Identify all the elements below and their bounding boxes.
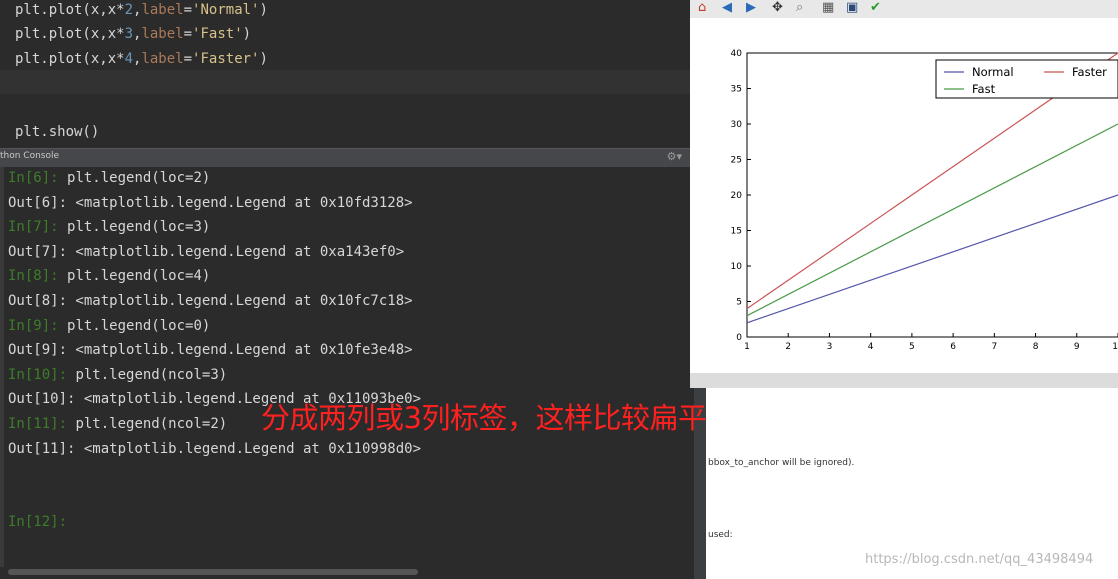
watermark-text: https://blog.csdn.net/qq_43498494 — [865, 552, 1094, 567]
console-horizontal-scrollbar[interactable] — [8, 569, 418, 575]
console-command: plt.legend(loc=2) — [67, 170, 211, 186]
code-line-2[interactable]: plt.plot(x,x*3,label='Fast') — [15, 26, 251, 42]
help-text-2: used: — [708, 530, 733, 540]
console-output-line: Out[8]: <matplotlib.legend.Legend at 0x1… — [8, 293, 413, 309]
console-input-line[interactable]: In[10]: plt.legend(ncol=3) — [8, 367, 227, 383]
console-gutter — [0, 167, 4, 567]
figure-toolbar: ⌂ ◀ ▶ ✥ ⌕ ▦ ▣ ✔ — [690, 0, 1118, 18]
console-in-prompt: In[6]: — [8, 170, 59, 186]
code-line-show[interactable]: plt.show() — [15, 124, 99, 140]
console-title: thon Console — [0, 151, 60, 161]
home-icon[interactable]: ⌂ — [698, 0, 706, 15]
console-header: thon Console ⚙▾ — [0, 148, 690, 167]
console-input-line[interactable]: In[9]: plt.legend(loc=0) — [8, 318, 210, 334]
forward-icon[interactable]: ▶ — [746, 0, 756, 15]
x-tick-label: 8 — [1033, 342, 1039, 352]
subplots-icon[interactable]: ▦ — [822, 0, 834, 15]
console-command: plt.legend(loc=3) — [67, 219, 211, 236]
figure-canvas[interactable]: 0 5 10 15 20 25 30 35 40 1 2 3 4 5 6 7 8 9 10 Normal Fast Fas… — [690, 18, 1118, 373]
current-line-highlight — [0, 70, 690, 94]
console-command: plt.legend(ncol=2) — [75, 416, 228, 432]
check-icon[interactable]: ✔ — [870, 0, 881, 15]
console-command: plt.legend(ncol=3) — [75, 366, 228, 383]
console-in-prompt: In[7]: — [8, 219, 59, 236]
y-tick-label: 35 — [731, 85, 742, 95]
x-tick-label: 3 — [827, 342, 833, 352]
console-output-line: Out[9]: <matplotlib.legend.Legend at 0x1… — [8, 342, 413, 359]
y-tick-label: 0 — [736, 333, 742, 343]
console-input-line[interactable]: In[6]: plt.legend(loc=2) — [8, 170, 210, 186]
console-prompt[interactable]: In[12]: — [8, 514, 67, 530]
figure-window: ⌂ ◀ ▶ ✥ ⌕ ▦ ▣ ✔ 0 5 10 15 20 25 30 35 40 1 2 3 4 5 6 7 8… — [690, 0, 1118, 388]
back-icon[interactable]: ◀ — [722, 0, 732, 15]
y-tick-label: 25 — [731, 156, 742, 166]
y-tick-label: 30 — [731, 120, 743, 130]
pan-icon[interactable]: ✥ — [772, 0, 783, 15]
zoom-icon[interactable]: ⌕ — [796, 0, 803, 15]
x-tick-label: 4 — [868, 342, 874, 352]
code-line-3[interactable]: plt.plot(x,x*4,label='Faster') — [15, 51, 268, 67]
gear-icon[interactable]: ⚙▾ — [667, 150, 682, 163]
y-tick-label: 5 — [736, 298, 742, 308]
line-chart: 0 5 10 15 20 25 30 35 40 1 2 3 4 5 6 7 8 9 10 Normal Fast Fas… — [731, 49, 1118, 352]
code-editor[interactable]: plt.plot(x,x*2,label='Normal') plt.plot(… — [0, 0, 690, 148]
console-output-line: Out[7]: <matplotlib.legend.Legend at 0xa… — [8, 243, 405, 260]
legend-label: Faster — [1072, 65, 1107, 79]
y-tick-label: 10 — [731, 262, 743, 272]
overlay-caption: 分成两列或3列标签，这样比较扁平 — [261, 401, 707, 435]
console-output-line: Out[6]: <matplotlib.legend.Legend at 0x1… — [8, 194, 413, 211]
console-in-prompt: In[10]: — [8, 366, 68, 383]
x-tick-label: 10 — [1112, 342, 1118, 352]
code-line-1[interactable]: plt.plot(x,x*2,label='Normal') — [15, 2, 268, 18]
save-icon[interactable]: ▣ — [846, 0, 858, 15]
help-panel: bbox_to_anchor will be ignored). used: — [706, 388, 1118, 579]
console-input-line[interactable]: In[8]: plt.legend(loc=4) — [8, 268, 210, 284]
x-tick-label: 1 — [744, 342, 750, 352]
legend-label: Fast — [972, 82, 996, 96]
x-tick-label: 5 — [909, 342, 915, 352]
x-tick-label: 7 — [991, 342, 997, 352]
console-output-line: Out[11]: <matplotlib.legend.Legend at 0x… — [8, 440, 422, 457]
x-tick-label: 9 — [1074, 342, 1080, 352]
help-text-1: bbox_to_anchor will be ignored). — [708, 458, 855, 468]
console-in-prompt: In[9]: — [8, 317, 59, 334]
y-tick-label: 20 — [731, 191, 743, 201]
legend-label: Normal — [972, 65, 1014, 79]
console-input-line[interactable]: In[7]: plt.legend(loc=3) — [8, 219, 210, 235]
x-tick-label: 2 — [785, 342, 791, 352]
x-tick-label: 6 — [950, 342, 956, 352]
console-command: plt.legend(loc=0) — [67, 317, 211, 334]
y-tick-label: 40 — [731, 49, 743, 59]
console-command: plt.legend(loc=4) — [67, 268, 211, 285]
console-in-prompt: In[8]: — [8, 268, 59, 285]
console-input-line[interactable]: In[11]: plt.legend(ncol=2) — [8, 416, 227, 432]
console-in-prompt: In[11]: — [8, 416, 68, 432]
y-tick-label: 15 — [731, 227, 742, 237]
